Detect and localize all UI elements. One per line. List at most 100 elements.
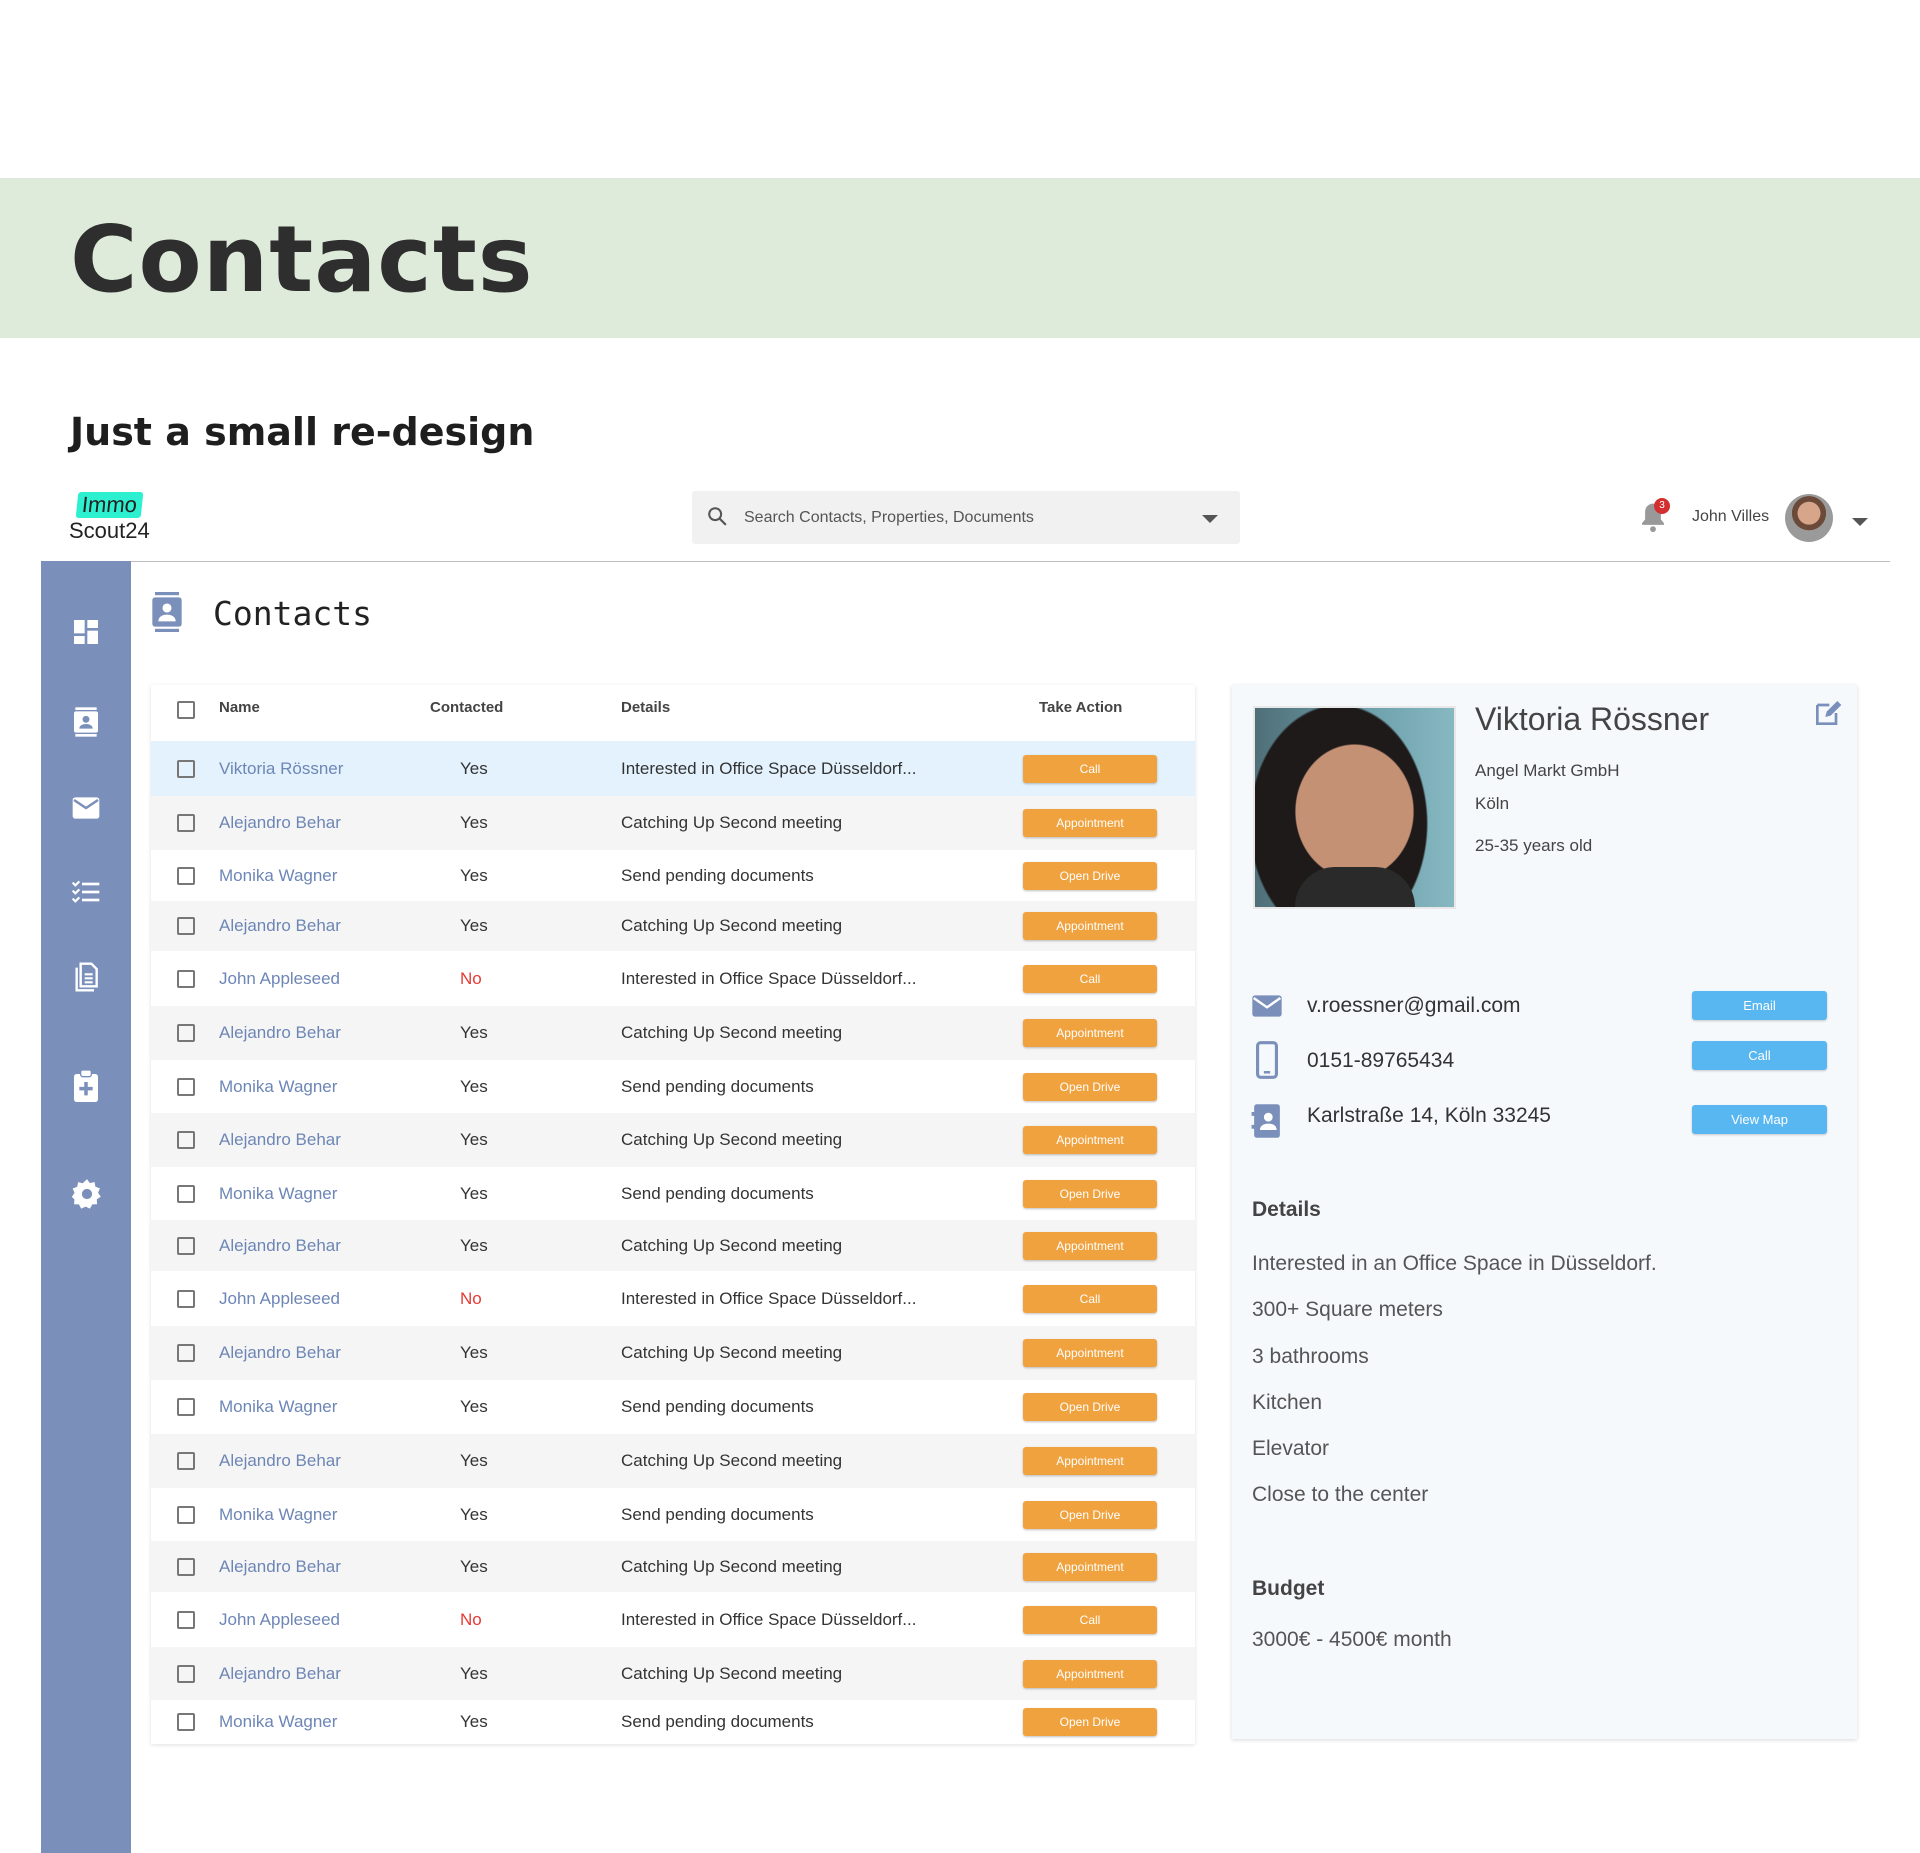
table-row[interactable]: Viktoria Rössner Yes Interested in Office … xyxy=(151,741,1195,796)
contact-name-link[interactable]: Alejandro Behar xyxy=(219,1023,341,1043)
table-row[interactable]: Monika Wagner Yes Send pending documents Op… xyxy=(151,1700,1195,1744)
appointment-button[interactable]: Appointment xyxy=(1023,1232,1157,1260)
appointment-button[interactable]: Appointment xyxy=(1023,1660,1157,1688)
appointment-button[interactable]: Appointment xyxy=(1023,1339,1157,1367)
table-row[interactable]: Alejandro Behar Yes Catching Up Second mee… xyxy=(151,1541,1195,1592)
document-icon[interactable] xyxy=(70,961,102,993)
user-avatar[interactable] xyxy=(1785,494,1833,542)
settings-icon[interactable] xyxy=(70,1177,102,1209)
row-checkbox[interactable] xyxy=(177,760,195,778)
table-row[interactable]: Alejandro Behar Yes Catching Up Second mee… xyxy=(151,901,1195,951)
open-drive-button[interactable]: Open Drive xyxy=(1023,1180,1157,1208)
dashboard-icon[interactable] xyxy=(70,616,102,648)
row-checkbox[interactable] xyxy=(177,1344,195,1362)
contact-name-link[interactable]: John Appleseed xyxy=(219,1289,340,1309)
row-checkbox[interactable] xyxy=(177,1185,195,1203)
open-drive-button[interactable]: Open Drive xyxy=(1023,1708,1157,1736)
select-all-checkbox[interactable] xyxy=(177,701,195,719)
open-drive-button[interactable]: Open Drive xyxy=(1023,1501,1157,1529)
row-checkbox[interactable] xyxy=(177,1452,195,1470)
row-checkbox[interactable] xyxy=(177,1506,195,1524)
contact-name-link[interactable]: Alejandro Behar xyxy=(219,1236,341,1256)
user-menu-chevron-icon[interactable] xyxy=(1852,518,1868,526)
contact-name-link[interactable]: Alejandro Behar xyxy=(219,1557,341,1577)
immoscout-logo[interactable]: Immo Scout24 xyxy=(69,492,159,548)
table-row[interactable]: Monika Wagner Yes Send pending documents Op… xyxy=(151,1488,1195,1541)
row-checkbox[interactable] xyxy=(177,1665,195,1683)
table-row[interactable]: Monika Wagner Yes Send pending documents Op… xyxy=(151,1380,1195,1434)
row-checkbox[interactable] xyxy=(177,1290,195,1308)
row-checkbox[interactable] xyxy=(177,917,195,935)
row-checkbox[interactable] xyxy=(177,867,195,885)
contact-name-link[interactable]: Monika Wagner xyxy=(219,1712,337,1732)
row-checkbox[interactable] xyxy=(177,1024,195,1042)
row-checkbox[interactable] xyxy=(177,1558,195,1576)
clipboard-plus-icon[interactable] xyxy=(70,1068,102,1102)
call-button[interactable]: Call xyxy=(1023,1606,1157,1634)
notifications-button[interactable]: 3 xyxy=(1638,498,1670,539)
table-row[interactable]: Alejandro Behar Yes Catching Up Second mee… xyxy=(151,1113,1195,1167)
row-checkbox[interactable] xyxy=(177,970,195,988)
table-row[interactable]: Monika Wagner Yes Send pending documents Op… xyxy=(151,1060,1195,1113)
contact-name-link[interactable]: Monika Wagner xyxy=(219,1505,337,1525)
contact-name-link[interactable]: Viktoria Rössner xyxy=(219,759,343,779)
contact-name-link[interactable]: Monika Wagner xyxy=(219,1184,337,1204)
table-row[interactable]: Alejandro Behar Yes Catching Up Second mee… xyxy=(151,1220,1195,1271)
table-row[interactable]: Alejandro Behar Yes Catching Up Second mee… xyxy=(151,1006,1195,1060)
appointment-button[interactable]: Appointment xyxy=(1023,1126,1157,1154)
contact-name-link[interactable]: Alejandro Behar xyxy=(219,916,341,936)
row-checkbox[interactable] xyxy=(177,814,195,832)
column-header-contacted[interactable]: Contacted xyxy=(430,699,503,716)
table-row[interactable]: Alejandro Behar Yes Catching Up Second mee… xyxy=(151,1434,1195,1488)
row-checkbox[interactable] xyxy=(177,1237,195,1255)
search-input[interactable] xyxy=(742,501,1186,535)
table-row[interactable]: Alejandro Behar Yes Catching Up Second mee… xyxy=(151,1647,1195,1700)
email-button[interactable]: Email xyxy=(1692,991,1827,1020)
table-row[interactable]: John Appleseed No Interested in Office Spa… xyxy=(151,951,1195,1006)
column-header-take-action[interactable]: Take Action xyxy=(1039,699,1122,716)
table-row[interactable]: Monika Wagner Yes Send pending documents Op… xyxy=(151,1167,1195,1220)
contact-name-link[interactable]: Monika Wagner xyxy=(219,866,337,886)
appointment-button[interactable]: Appointment xyxy=(1023,1447,1157,1475)
contact-name-link[interactable]: Monika Wagner xyxy=(219,1397,337,1417)
call-button[interactable]: Call xyxy=(1692,1041,1827,1070)
appointment-button[interactable]: Appointment xyxy=(1023,1019,1157,1047)
table-row[interactable]: Alejandro Behar Yes Catching Up Second mee… xyxy=(151,796,1195,850)
mail-icon[interactable] xyxy=(70,792,102,824)
row-checkbox[interactable] xyxy=(177,1398,195,1416)
edit-icon[interactable] xyxy=(1812,697,1844,734)
appointment-button[interactable]: Appointment xyxy=(1023,1553,1157,1581)
column-header-name[interactable]: Name xyxy=(219,699,260,716)
column-header-details[interactable]: Details xyxy=(621,699,670,716)
table-row[interactable]: John Appleseed No Interested in Office Spa… xyxy=(151,1592,1195,1647)
contact-name-link[interactable]: Alejandro Behar xyxy=(219,1451,341,1471)
contact-name-link[interactable]: John Appleseed xyxy=(219,1610,340,1630)
appointment-button[interactable]: Appointment xyxy=(1023,912,1157,940)
appointment-button[interactable]: Appointment xyxy=(1023,809,1157,837)
open-drive-button[interactable]: Open Drive xyxy=(1023,1073,1157,1101)
row-checkbox[interactable] xyxy=(177,1713,195,1731)
open-drive-button[interactable]: Open Drive xyxy=(1023,862,1157,890)
contact-name-link[interactable]: Alejandro Behar xyxy=(219,1130,341,1150)
contacts-icon[interactable] xyxy=(70,706,102,738)
contact-name-link[interactable]: Alejandro Behar xyxy=(219,1343,341,1363)
contact-name-link[interactable]: Alejandro Behar xyxy=(219,813,341,833)
row-checkbox[interactable] xyxy=(177,1078,195,1096)
contact-name-link[interactable]: Monika Wagner xyxy=(219,1077,337,1097)
row-checkbox[interactable] xyxy=(177,1611,195,1629)
search-dropdown-chevron-icon[interactable] xyxy=(1202,515,1218,523)
call-button[interactable]: Call xyxy=(1023,1285,1157,1313)
row-checkbox[interactable] xyxy=(177,1131,195,1149)
call-button[interactable]: Call xyxy=(1023,965,1157,993)
contact-email[interactable]: v.roessner@gmail.com xyxy=(1307,994,1521,1018)
table-row[interactable]: Monika Wagner Yes Send pending documents Op… xyxy=(151,850,1195,901)
contact-phone[interactable]: 0151-89765434 xyxy=(1307,1049,1454,1073)
open-drive-button[interactable]: Open Drive xyxy=(1023,1393,1157,1421)
call-button[interactable]: Call xyxy=(1023,755,1157,783)
contact-name-link[interactable]: Alejandro Behar xyxy=(219,1664,341,1684)
contact-name-link[interactable]: John Appleseed xyxy=(219,969,340,989)
user-name[interactable]: John Villes xyxy=(1692,508,1769,526)
view-map-button[interactable]: View Map xyxy=(1692,1105,1827,1134)
table-row[interactable]: Alejandro Behar Yes Catching Up Second mee… xyxy=(151,1326,1195,1380)
table-row[interactable]: John Appleseed No Interested in Office Spa… xyxy=(151,1271,1195,1326)
